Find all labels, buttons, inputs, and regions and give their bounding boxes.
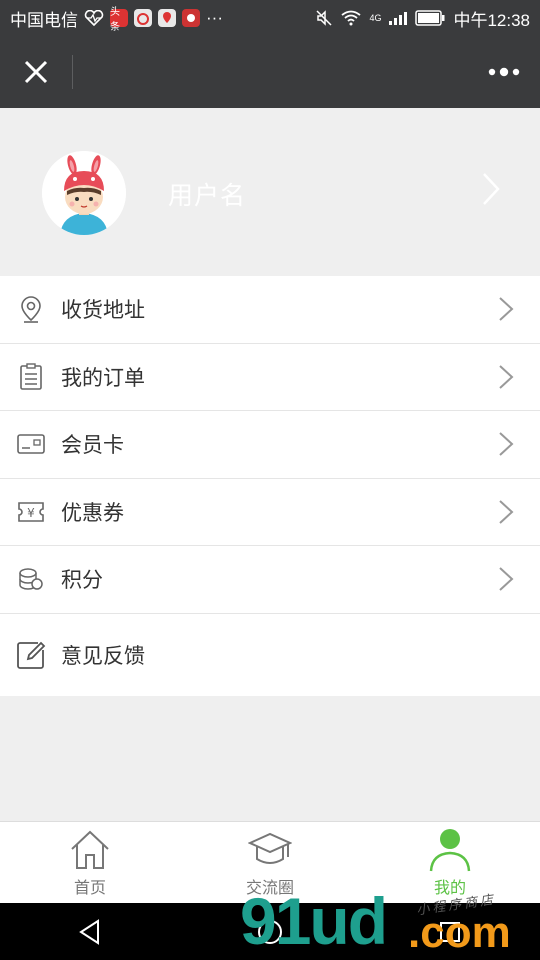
chevron-right-icon: [499, 297, 514, 321]
home-circle-icon: [258, 919, 282, 944]
chevron-right-icon: [482, 172, 500, 211]
menu-item-feedback[interactable]: 意见反馈: [0, 614, 540, 696]
bottom-tab-bar: 首页 交流圈 我的: [0, 821, 540, 903]
battery-icon: [415, 10, 445, 26]
menu-item-label: 优惠券: [61, 501, 124, 525]
menu-item-label: 意见反馈: [61, 644, 145, 668]
close-icon: [24, 60, 48, 84]
chevron-right-icon: [499, 500, 514, 524]
tab-label: 我的: [433, 880, 466, 897]
recents-button[interactable]: [420, 912, 480, 952]
status-bar: 中国电信 头条 ··· 4G 中午12:38: [0, 0, 540, 36]
member-card-icon: [16, 429, 46, 459]
title-bar: [0, 36, 540, 108]
tab-home[interactable]: 首页: [0, 822, 180, 903]
feedback-edit-icon: [16, 640, 46, 670]
menu-item-points[interactable]: 积分: [0, 546, 540, 614]
wifi-icon: [341, 10, 361, 26]
more-button[interactable]: [486, 56, 522, 88]
menu-item-address[interactable]: 收货地址: [0, 276, 540, 344]
carrier-label: 中国电信: [10, 10, 78, 30]
bunny-avatar-icon: [42, 151, 126, 235]
location-pin-icon: [16, 294, 46, 324]
home-icon: [69, 828, 111, 872]
signal-bars-icon: [389, 11, 408, 25]
menu-item-label: 我的订单: [61, 366, 145, 390]
recents-square-icon: [440, 921, 460, 942]
menu-item-label: 收货地址: [61, 299, 145, 323]
back-button[interactable]: [60, 912, 120, 952]
home-button[interactable]: [240, 912, 300, 952]
menu-item-coupons[interactable]: ¥ 优惠券: [0, 479, 540, 546]
menu-item-orders[interactable]: 我的订单: [0, 344, 540, 411]
toutiao-app-icon: 头条: [110, 7, 128, 33]
coins-icon: [16, 564, 46, 594]
more-notifications: ···: [206, 8, 223, 27]
clock: 中午12:38: [453, 10, 530, 30]
tab-label: 首页: [73, 880, 106, 897]
chevron-right-icon: [499, 365, 514, 389]
username-label[interactable]: 用户名: [168, 176, 246, 212]
more-dots-icon: [488, 67, 520, 77]
signal-icon: 4G: [369, 12, 382, 23]
svg-text:¥: ¥: [27, 506, 35, 520]
network-type: 4G: [369, 12, 382, 23]
menu-list: 收货地址 我的订单 会员卡 ¥ 优惠券 积分 意见反馈: [0, 276, 540, 696]
close-button[interactable]: [18, 54, 54, 90]
coupon-icon: ¥: [16, 497, 46, 527]
huawei-app-icon: [182, 9, 200, 27]
chevron-right-icon: [499, 567, 514, 591]
avatar[interactable]: [42, 151, 126, 235]
user-icon: [428, 828, 472, 872]
weibo-app-icon: [134, 9, 152, 27]
system-nav-bar: [0, 903, 540, 960]
title-divider: [72, 55, 73, 89]
back-triangle-icon: [79, 918, 99, 945]
heart-rate-icon: [84, 10, 104, 26]
profile-header[interactable]: 用户名: [0, 108, 540, 276]
order-list-icon: [16, 362, 46, 392]
tab-community[interactable]: 交流圈: [180, 822, 360, 903]
graduation-cap-icon: [248, 828, 292, 872]
menu-item-member-card[interactable]: 会员卡: [0, 411, 540, 479]
menu-item-label: 积分: [61, 569, 103, 593]
chevron-right-icon: [499, 432, 514, 456]
tab-mine[interactable]: 我的: [360, 822, 540, 903]
map-app-icon: [158, 9, 176, 27]
menu-item-label: 会员卡: [61, 434, 124, 458]
mute-icon: [315, 9, 333, 27]
tab-label: 交流圈: [245, 880, 294, 897]
